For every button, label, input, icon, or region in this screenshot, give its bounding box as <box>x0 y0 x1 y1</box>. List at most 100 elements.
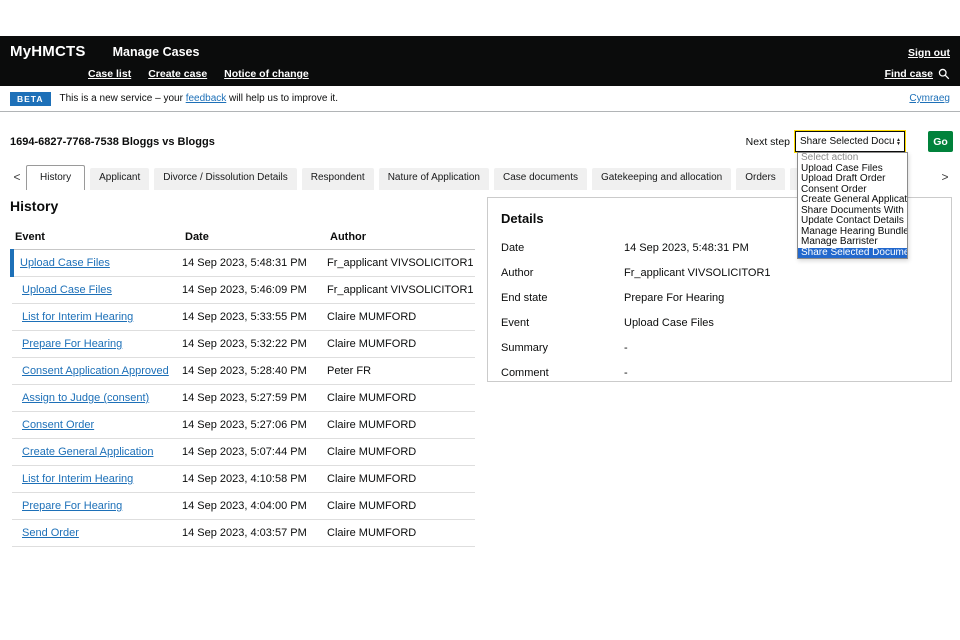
app-title: Manage Cases <box>113 45 200 59</box>
details-field-value: 14 Sep 2023, 5:48:31 PM <box>624 242 749 254</box>
event-date: 14 Sep 2023, 5:48:31 PM <box>182 250 327 277</box>
phase-banner: BETA This is a new service – your feedba… <box>0 86 960 112</box>
event-link[interactable]: Upload Case Files <box>20 257 110 269</box>
tab-scroll-right-icon[interactable]: > <box>936 168 954 186</box>
dropdown-option[interactable]: Share Documents With Resp <box>798 206 907 217</box>
feedback-link[interactable]: feedback <box>186 93 227 104</box>
event-date: 14 Sep 2023, 5:28:40 PM <box>182 358 327 385</box>
find-case[interactable]: Find case <box>885 68 950 80</box>
event-date: 14 Sep 2023, 4:10:58 PM <box>182 466 327 493</box>
brand-logo[interactable]: MyHMCTS <box>10 43 86 60</box>
table-row: Consent Order 14 Sep 2023, 5:27:06 PM Cl… <box>12 412 475 439</box>
event-date: 14 Sep 2023, 4:04:00 PM <box>182 493 327 520</box>
details-field: Author Fr_applicant VIVSOLICITOR1 <box>501 260 938 285</box>
event-author: Claire MUMFORD <box>327 493 475 520</box>
event-author: Peter FR <box>327 358 475 385</box>
nav-link[interactable]: Case list <box>88 68 131 80</box>
history-panel: History Event Date Author Upload Case Fi… <box>10 198 475 547</box>
tab[interactable]: Respondent <box>302 168 374 190</box>
find-case-link[interactable]: Find case <box>885 68 933 80</box>
go-button[interactable]: Go <box>928 131 953 152</box>
tab[interactable]: Gatekeeping and allocation <box>592 168 731 190</box>
event-author: Claire MUMFORD <box>327 439 475 466</box>
event-author: Fr_applicant VIVSOLICITOR1 <box>327 250 475 277</box>
tab[interactable]: Divorce / Dissolution Details <box>154 168 297 190</box>
table-row: Assign to Judge (consent) 14 Sep 2023, 5… <box>12 385 475 412</box>
details-field-label: Comment <box>501 367 624 379</box>
dropdown-option[interactable]: Manage Barrister <box>798 237 907 248</box>
tab[interactable]: Case documents <box>494 168 587 190</box>
next-step-selected-value: Share Selected Documents <box>796 136 895 147</box>
column-header-event: Event <box>12 223 182 250</box>
tab[interactable]: History <box>26 165 85 190</box>
tab[interactable]: Nature of Application <box>379 168 489 190</box>
event-link[interactable]: Consent Application Approved <box>22 365 169 377</box>
event-link[interactable]: Assign to Judge (consent) <box>22 392 149 404</box>
table-row: Prepare For Hearing 14 Sep 2023, 5:32:22… <box>12 331 475 358</box>
event-link[interactable]: List for Interim Hearing <box>22 311 133 323</box>
table-row: Upload Case Files 14 Sep 2023, 5:48:31 P… <box>12 250 475 277</box>
event-author: Claire MUMFORD <box>327 412 475 439</box>
details-field-label: Summary <box>501 342 624 354</box>
history-heading: History <box>10 198 475 214</box>
phase-text-after: will help us to improve it. <box>226 93 338 104</box>
nav-link[interactable]: Create case <box>148 68 207 80</box>
beta-badge: BETA <box>10 92 51 106</box>
details-field-label: Date <box>501 242 624 254</box>
event-link[interactable]: List for Interim Hearing <box>22 473 133 485</box>
details-field: Event Upload Case Files <box>501 310 938 335</box>
dropdown-option[interactable]: Share Selected Documents <box>798 248 907 259</box>
main-nav: Case list Create case Notice of change <box>88 68 309 80</box>
event-author: Claire MUMFORD <box>327 520 475 547</box>
event-author: Claire MUMFORD <box>327 385 475 412</box>
search-icon[interactable] <box>938 68 950 80</box>
case-title: 1694-6827-7768-7538 Bloggs vs Bloggs <box>10 136 215 148</box>
dropdown-option[interactable]: Upload Case Files <box>798 164 907 175</box>
event-link[interactable]: Create General Application <box>22 446 153 458</box>
language-toggle-link[interactable]: Cymraeg <box>909 93 950 104</box>
event-link[interactable]: Prepare For Hearing <box>22 500 122 512</box>
details-field-label: Author <box>501 267 624 279</box>
tab[interactable]: Applicant <box>90 168 149 190</box>
event-author: Fr_applicant VIVSOLICITOR1 <box>327 277 475 304</box>
tab[interactable]: Orders <box>736 168 785 190</box>
details-field-label: Event <box>501 317 624 329</box>
dropdown-option[interactable]: Select action <box>798 153 907 164</box>
table-row: List for Interim Hearing 14 Sep 2023, 5:… <box>12 304 475 331</box>
nav-link[interactable]: Notice of change <box>224 68 309 80</box>
details-field: Summary - <box>501 335 938 360</box>
event-author: Claire MUMFORD <box>327 304 475 331</box>
dropdown-option[interactable]: Create General Application <box>798 195 907 206</box>
details-field-value: - <box>624 367 628 379</box>
table-row: Send Order 14 Sep 2023, 4:03:57 PM Clair… <box>12 520 475 547</box>
tab-scroll-left-icon[interactable]: < <box>8 168 26 186</box>
table-row: Prepare For Hearing 14 Sep 2023, 4:04:00… <box>12 493 475 520</box>
event-author: Claire MUMFORD <box>327 466 475 493</box>
event-link[interactable]: Send Order <box>22 527 79 539</box>
table-row: Create General Application 14 Sep 2023, … <box>12 439 475 466</box>
event-link[interactable]: Upload Case Files <box>22 284 112 296</box>
dropdown-option[interactable]: Upload Draft Order <box>798 174 907 185</box>
history-table-body: Upload Case Files 14 Sep 2023, 5:48:31 P… <box>12 250 475 547</box>
event-link[interactable]: Consent Order <box>22 419 94 431</box>
table-row: List for Interim Hearing 14 Sep 2023, 4:… <box>12 466 475 493</box>
column-header-date: Date <box>182 223 327 250</box>
column-header-author: Author <box>327 223 475 250</box>
table-row: Consent Application Approved 14 Sep 2023… <box>12 358 475 385</box>
event-date: 14 Sep 2023, 5:33:55 PM <box>182 304 327 331</box>
details-field-value: - <box>624 342 628 354</box>
dropdown-option[interactable]: Consent Order <box>798 185 907 196</box>
sign-out-link[interactable]: Sign out <box>908 47 950 59</box>
event-date: 14 Sep 2023, 5:27:59 PM <box>182 385 327 412</box>
next-step-dropdown-list: Select actionUpload Case FilesUpload Dra… <box>797 152 908 259</box>
app-header: MyHMCTS Manage Cases Sign out Case listC… <box>0 36 960 86</box>
details-field-value: Fr_applicant VIVSOLICITOR1 <box>624 267 771 279</box>
next-step-label: Next step <box>746 136 790 148</box>
event-link[interactable]: Prepare For Hearing <box>22 338 122 350</box>
next-step-controls: Next step Share Selected Documents ▲ ▼ G… <box>746 131 953 152</box>
dropdown-option[interactable]: Manage Hearing Bundles <box>798 227 907 238</box>
event-date: 14 Sep 2023, 5:07:44 PM <box>182 439 327 466</box>
next-step-select[interactable]: Share Selected Documents ▲ ▼ <box>795 131 905 152</box>
dropdown-option[interactable]: Update Contact Details <box>798 216 907 227</box>
event-date: 14 Sep 2023, 5:27:06 PM <box>182 412 327 439</box>
